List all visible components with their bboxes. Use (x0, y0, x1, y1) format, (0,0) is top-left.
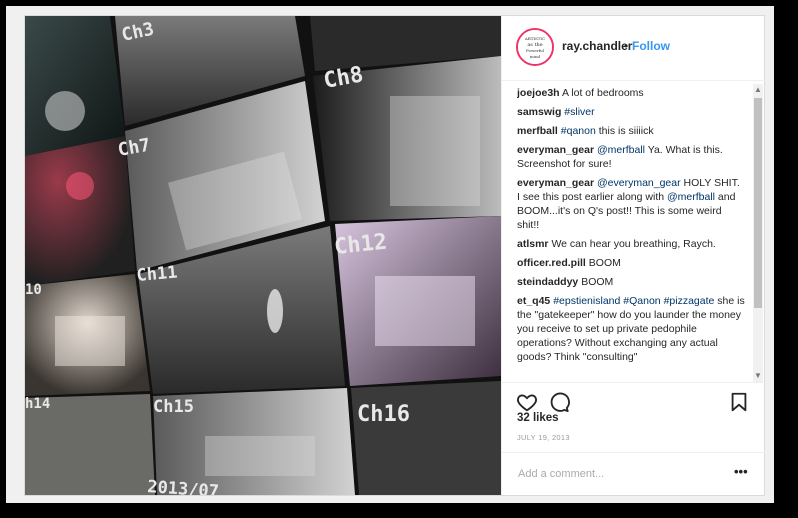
comment-item: everyman_gear @merfball Ya. What is this… (517, 143, 745, 171)
username-link[interactable]: ray.chandler (562, 39, 632, 53)
comment-text: BOOM (588, 257, 621, 269)
scrollbar-thumb[interactable] (754, 98, 762, 308)
comment-link[interactable]: #epstienisland (553, 295, 620, 307)
post-header: ARTISTIC as the Powerful mind ray.chandl… (502, 16, 765, 81)
chevron-down-icon[interactable]: ▼ (753, 370, 763, 382)
cctv-monitor-grid: Ch3 Ch8 Ch7 Ch12 Ch11 10 h14 Ch15 Ch16 2… (25, 16, 501, 495)
comment-username[interactable]: steindaddyy (517, 276, 578, 288)
image-label-10: 10 (25, 282, 42, 298)
svg-text:ARTISTIC: ARTISTIC (524, 36, 545, 41)
comment-link[interactable]: @everyman_gear (597, 177, 681, 189)
comment-link[interactable]: #pizzagate (664, 295, 715, 307)
add-comment-bar: ••• (502, 452, 765, 495)
more-options-button[interactable]: ••• (734, 464, 748, 479)
comment-text: A lot of bedrooms (561, 87, 644, 99)
comment-link[interactable]: #sliver (564, 106, 594, 118)
comment-icon[interactable] (548, 391, 570, 413)
comment-username[interactable]: atlsmr (517, 238, 549, 250)
avatar[interactable]: ARTISTIC as the Powerful mind (516, 28, 554, 66)
comment-text: We can hear you breathing, Raych. (551, 238, 716, 250)
bookmark-icon[interactable] (728, 391, 750, 413)
svg-text:mind: mind (530, 54, 541, 59)
comment-username[interactable]: merfball (517, 125, 558, 137)
comment-item: atlsmr We can hear you breathing, Raych. (517, 237, 745, 251)
comments-scrollbar[interactable]: ▲ ▼ (753, 84, 763, 382)
image-label-ch15: Ch15 (153, 397, 194, 417)
image-label-ch16: Ch16 (357, 402, 410, 427)
follow-button[interactable]: Follow (632, 39, 670, 53)
comment-link[interactable]: #Qanon (623, 295, 660, 307)
separator-dot: • (624, 39, 629, 53)
svg-text:Powerful: Powerful (526, 48, 545, 53)
comment-username[interactable]: samswig (517, 106, 561, 118)
comment-text: this is siiiick (595, 125, 654, 137)
post-sidebar: ARTISTIC as the Powerful mind ray.chandl… (501, 16, 765, 495)
comment-item: samswig #sliver (517, 105, 745, 119)
image-label-h14: h14 (25, 396, 50, 412)
comment-username[interactable]: officer.red.pill (517, 257, 586, 269)
comment-username[interactable]: joejoe3h (517, 87, 560, 99)
comment-text: BOOM (581, 276, 614, 288)
comment-username[interactable]: everyman_gear (517, 177, 594, 189)
post-date[interactable]: JULY 19, 2013 (517, 433, 570, 442)
comment-item: merfball #qanon this is siiiick (517, 124, 745, 138)
comment-item: et_q45 #epstienisland #Qanon #pizzagate … (517, 294, 745, 364)
heart-icon[interactable] (516, 391, 538, 413)
comment-username[interactable]: everyman_gear (517, 144, 594, 156)
comment-item: everyman_gear @everyman_gear HOLY SHIT. … (517, 176, 745, 232)
chevron-up-icon[interactable]: ▲ (753, 84, 763, 96)
add-comment-input[interactable] (516, 464, 720, 484)
comment-item: joejoe3h A lot of bedrooms (517, 86, 745, 100)
comments-list[interactable]: joejoe3h A lot of bedrooms samswig #slive… (517, 86, 745, 378)
comment-item: steindaddyy BOOM (517, 275, 745, 289)
comment-link[interactable]: @merfball (667, 191, 715, 203)
comment-link[interactable]: @merfball (597, 144, 645, 156)
comment-link[interactable]: #qanon (561, 125, 596, 137)
post-image[interactable]: Ch3 Ch8 Ch7 Ch12 Ch11 10 h14 Ch15 Ch16 2… (25, 16, 501, 495)
likes-count[interactable]: 32 likes (517, 412, 559, 424)
post-card: Ch3 Ch8 Ch7 Ch12 Ch11 10 h14 Ch15 Ch16 2… (24, 15, 765, 496)
comment-username[interactable]: et_q45 (517, 295, 550, 307)
image-label-ch11: Ch11 (136, 262, 179, 285)
avatar-logo: ARTISTIC as the Powerful mind (518, 30, 552, 64)
comment-item: officer.red.pill BOOM (517, 256, 745, 270)
